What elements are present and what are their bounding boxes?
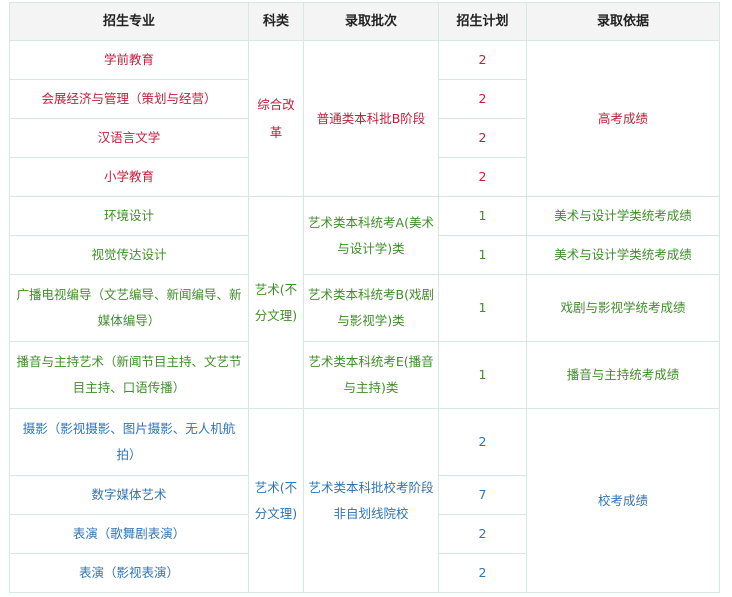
table-row: 播音与主持艺术（新闻节目主持、文艺节目主持、口语传播） 艺术类本科统考E(播音与… — [9, 341, 720, 409]
plan-count: 2 — [438, 118, 527, 158]
basis-cell: 校考成绩 — [526, 408, 720, 593]
plan-count: 1 — [438, 341, 527, 409]
major-name: 汉语言文学 — [9, 118, 249, 158]
batch-cell: 普通类本科批B阶段 — [303, 40, 439, 197]
major-name: 表演（影视表演） — [9, 553, 249, 593]
major-name: 广播电视编导（文艺编导、新闻编导、新媒体编导） — [9, 274, 249, 342]
batch-cell: 艺术类本科批校考阶段非自划线院校 — [303, 408, 439, 593]
table-row: 学前教育 综合改革 普通类本科批B阶段 2 高考成绩 — [9, 40, 720, 197]
header-category: 科类 — [248, 2, 304, 41]
plan-count: 2 — [438, 40, 527, 80]
header-basis: 录取依据 — [526, 2, 720, 41]
category-cell: 综合改革 — [248, 40, 304, 197]
header-major: 招生专业 — [9, 2, 249, 41]
basis-cell: 美术与设计学类统考成绩 — [526, 235, 720, 275]
major-name: 小学教育 — [9, 157, 249, 197]
major-name: 会展经济与管理（策划与经营） — [9, 79, 249, 119]
major-name: 数字媒体艺术 — [9, 475, 249, 515]
plan-count: 2 — [438, 553, 527, 593]
major-name: 表演（歌舞剧表演） — [9, 514, 249, 554]
table-row: 摄影（影视摄影、图片摄影、无人机航拍） 艺术(不分文理) 艺术类本科批校考阶段非… — [9, 408, 720, 593]
basis-cell: 戏剧与影视学统考成绩 — [526, 274, 720, 342]
plan-count: 2 — [438, 157, 527, 197]
basis-cell: 美术与设计学类统考成绩 — [526, 196, 720, 236]
major-name: 摄影（影视摄影、图片摄影、无人机航拍） — [9, 408, 249, 476]
plan-count: 1 — [438, 196, 527, 236]
basis-cell: 高考成绩 — [526, 40, 720, 197]
major-name: 视觉传达设计 — [9, 235, 249, 275]
major-name: 播音与主持艺术（新闻节目主持、文艺节目主持、口语传播） — [9, 341, 249, 409]
plan-count: 2 — [438, 79, 527, 119]
major-name: 学前教育 — [9, 40, 249, 80]
header-batch: 录取批次 — [303, 2, 439, 41]
table-row: 广播电视编导（文艺编导、新闻编导、新媒体编导） 艺术类本科统考B(戏剧与影视学)… — [9, 274, 720, 342]
category-cell: 艺术(不分文理) — [248, 408, 304, 593]
plan-count: 1 — [438, 235, 527, 275]
plan-count: 1 — [438, 274, 527, 342]
plan-count: 2 — [438, 514, 527, 554]
major-name: 环境设计 — [9, 196, 249, 236]
header-plan: 招生计划 — [438, 2, 527, 41]
header-row: 招生专业 科类 录取批次 招生计划 录取依据 — [9, 2, 720, 41]
basis-cell: 播音与主持统考成绩 — [526, 341, 720, 409]
batch-cell: 艺术类本科统考B(戏剧与影视学)类 — [303, 274, 439, 342]
table-row: 环境设计 艺术(不分文理) 艺术类本科统考A(美术与设计学)类 1 美术与设计学… — [9, 196, 720, 409]
batch-cell: 艺术类本科统考E(播音与主持)类 — [303, 341, 439, 409]
category-cell: 艺术(不分文理) — [248, 196, 304, 409]
plan-count: 2 — [438, 408, 527, 476]
batch-cell: 艺术类本科统考A(美术与设计学)类 — [303, 196, 439, 275]
plan-count: 7 — [438, 475, 527, 515]
admission-plan-table: 招生专业 科类 录取批次 招生计划 录取依据 学前教育 综合改革 普通类本科批B… — [9, 2, 720, 593]
